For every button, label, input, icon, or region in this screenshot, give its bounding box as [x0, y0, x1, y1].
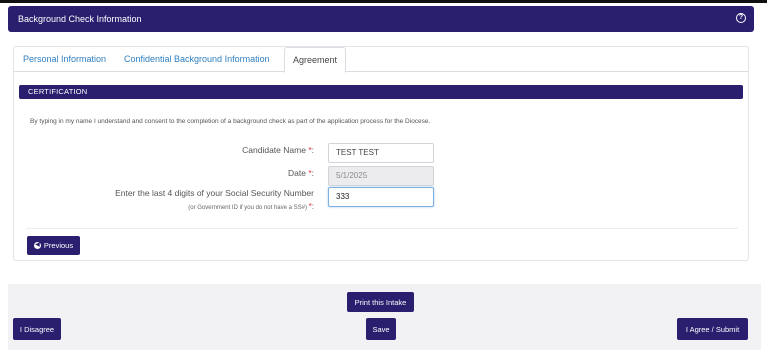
disagree-button[interactable]: I Disagree [13, 318, 61, 340]
tab-bar: Personal Information Confidential Backgr… [14, 47, 748, 73]
ssn-label: Enter the last 4 digits of your Social S… [115, 188, 314, 198]
candidate-name-input[interactable]: TEST TEST [328, 143, 434, 163]
divider [26, 228, 738, 229]
agree-submit-button[interactable]: I Agree / Submit [677, 318, 748, 340]
tab-personal-information[interactable]: Personal Information [23, 47, 106, 72]
date-field: 5/1/2025 [328, 166, 434, 186]
tab-agreement[interactable]: Agreement [284, 47, 346, 73]
help-icon[interactable]: ? [736, 13, 746, 23]
candidate-name-label: Candidate Name *: [242, 145, 314, 155]
ssn-input[interactable]: 333 [328, 187, 434, 207]
tab-confidential-background-information[interactable]: Confidential Background Information [124, 47, 270, 72]
chevron-left-icon: ◀ [33, 242, 41, 249]
print-intake-button[interactable]: Print this Intake [347, 292, 414, 312]
section-title: Background Check Information [18, 14, 142, 24]
page: Background Check Information ? Personal … [0, 3, 767, 350]
date-label: Date *: [287, 168, 314, 178]
consent-text: By typing in my name I understand and co… [30, 118, 431, 125]
form-panel: Personal Information Confidential Backgr… [13, 46, 749, 261]
previous-button[interactable]: ◀ Previous [27, 236, 80, 255]
section-header: Background Check Information ? [8, 6, 754, 32]
certification-header: CERTIFICATION [19, 85, 743, 99]
ssn-sublabel: (or Government ID if you do not have a S… [188, 202, 314, 211]
save-button[interactable]: Save [366, 318, 396, 340]
